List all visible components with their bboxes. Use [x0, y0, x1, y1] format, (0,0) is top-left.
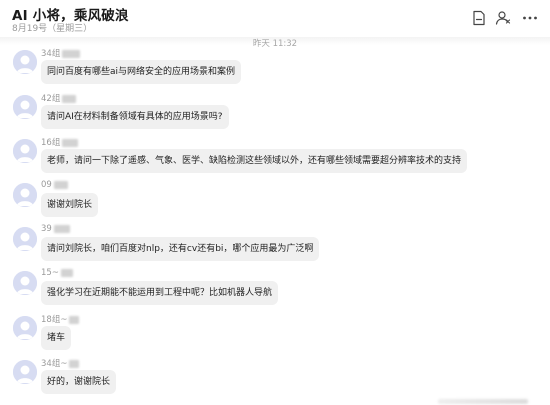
avatar[interactable]: [13, 271, 37, 295]
message-item: 39 请问刘院长，咱们百度对nlp，还有cv还有bi，哪个应用最为广泛啊: [0, 224, 550, 268]
chat-window: AI 小将，乘风破浪 8月19号（星期三） 昨天 11:32 34组 同问百度有…: [0, 0, 550, 405]
message-item: 34组 同问百度有哪些ai与网络安全的应用场景和案例: [0, 47, 550, 91]
message-item: 18组~ 堵车: [0, 313, 550, 357]
message-item: 15~ 强化学习在近期能不能运用到工程中呢？比如机器人导航: [0, 268, 550, 312]
message-item: 09 谢谢刘院长: [0, 180, 550, 224]
redacted-name: [53, 180, 68, 189]
sender-name: 16组: [41, 136, 79, 148]
avatar[interactable]: [13, 360, 37, 384]
sender-name: 34组: [41, 47, 81, 59]
group-subtitle: 8月19号（星期三）: [12, 24, 93, 34]
avatar[interactable]: [13, 95, 37, 119]
chat-header: AI 小将，乘风破浪 8月19号（星期三）: [0, 0, 550, 37]
sender-name: 15~: [41, 268, 73, 278]
message-bubble[interactable]: 老师，请问一下除了遥感、气象、医学、缺陷检测这些领域以外，还有哪些领域需要超分辨…: [41, 149, 468, 173]
avatar[interactable]: [13, 316, 37, 340]
redacted-name: [62, 94, 77, 103]
message-item: 42组 请问AI在材料制备领域有具体的应用场景吗?: [0, 92, 550, 136]
avatar[interactable]: [13, 139, 37, 163]
message-item: 34组~ 好的，谢谢院长: [0, 357, 550, 401]
redacted-name: [53, 224, 70, 233]
message-bubble[interactable]: 堵车: [41, 326, 72, 350]
document-icon[interactable]: [470, 9, 488, 27]
sender-name: 42组: [41, 92, 77, 104]
redacted-name: [62, 138, 79, 147]
members-icon[interactable]: [494, 9, 512, 27]
redacted-name: [69, 315, 80, 324]
redacted-name: [62, 49, 81, 58]
sender-name: 09: [41, 180, 68, 190]
message-bubble[interactable]: 强化学习在近期能不能运用到工程中呢？比如机器人导航: [41, 281, 279, 305]
message-bubble[interactable]: 同问百度有哪些ai与网络安全的应用场景和案例: [41, 60, 242, 84]
message-bubble[interactable]: 请问AI在材料制备领域有具体的应用场景吗?: [41, 105, 229, 129]
sender-name: 18组~: [41, 313, 80, 325]
redacted-name: [69, 359, 80, 368]
message-bubble[interactable]: 请问刘院长，咱们百度对nlp，还有cv还有bi，哪个应用最为广泛啊: [41, 237, 320, 261]
redacted-name: [60, 268, 73, 277]
avatar[interactable]: [13, 227, 37, 251]
avatar[interactable]: [13, 50, 37, 74]
sender-name: 39: [41, 224, 70, 234]
avatar[interactable]: [13, 183, 37, 207]
more-icon[interactable]: [521, 9, 539, 27]
message-bubble[interactable]: 谢谢刘院长: [41, 193, 99, 217]
message-list[interactable]: 昨天 11:32 34组 同问百度有哪些ai与网络安全的应用场景和案例 42组 …: [0, 37, 550, 405]
cutoff-content: [438, 399, 528, 404]
sender-name: 34组~: [41, 357, 80, 369]
message-bubble[interactable]: 好的，谢谢院长: [41, 370, 117, 394]
message-item: 16组 老师，请问一下除了遥感、气象、医学、缺陷检测这些领域以外，还有哪些领域需…: [0, 136, 550, 180]
